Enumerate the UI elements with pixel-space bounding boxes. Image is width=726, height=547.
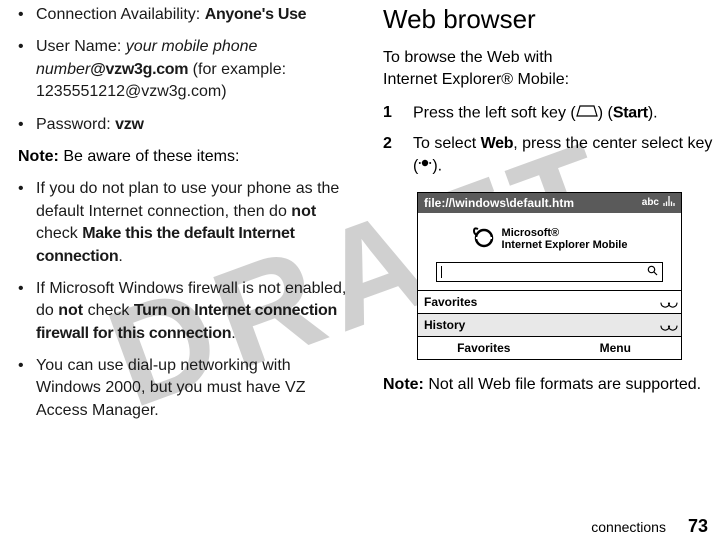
softkey-right[interactable]: Menu [550,337,682,359]
phone-title: file://\windows\default.htm [424,196,574,210]
phone-titlebar: file://\windows\default.htm abc [418,193,681,213]
phone-favorites-row[interactable]: Favorites ◡◡ [418,290,681,313]
section-heading: Web browser [383,4,716,35]
note-label: Note: [18,148,59,165]
bullet-dot: • [18,4,36,26]
phone-search-box[interactable] [436,262,663,282]
phone-softkeys: Favorites Menu [418,336,681,359]
softkey-icon [576,102,598,124]
note-label: Note: [383,376,424,393]
bullet-dialup: • You can use dial-up networking with Wi… [18,355,351,422]
phone-history-row[interactable]: History ◡◡ [418,313,681,336]
step-1: 1 Press the left soft key () (Start). [383,102,716,125]
bullet-prefix: User Name: [36,38,126,55]
left-column: • Connection Availability: Anyone's Use … [18,0,367,547]
page: • Connection Availability: Anyone's Use … [0,0,726,547]
bullet-dot: • [18,36,36,103]
step-number: 2 [383,133,413,178]
bullet-firewall: • If Microsoft Windows firewall is not e… [18,278,351,345]
bullet-bold-after: @vzw3g.com [90,61,188,78]
bullet-prefix: Password: [36,116,115,133]
intro-text: To browse the Web with Internet Explorer… [383,47,716,92]
bullet-value: vzw [115,116,143,133]
right-column: Web browser To browse the Web with Inter… [367,0,716,547]
phone-status-icons: abc [642,196,675,209]
search-icon [647,265,658,279]
bullet-dot: • [18,355,36,422]
bullet-prefix: Connection Availability: [36,6,205,23]
bullet-conn-avail: • Connection Availability: Anyone's Use [18,4,351,26]
note-line: Note: Be aware of these items: [18,146,351,168]
bullet-dot: • [18,278,36,345]
step-number: 1 [383,102,413,125]
ie-icon [472,225,496,254]
ie-branding: Microsoft® Internet Explorer Mobile [424,225,675,254]
bullet-password: • Password: vzw [18,114,351,136]
note-unsupported: Note: Not all Web file formats are suppo… [383,374,716,396]
signal-icon [663,196,675,209]
bullet-value: Anyone's Use [205,6,307,23]
bullet-dot: • [18,178,36,268]
chevron-down-icon: ◡◡ [660,318,675,332]
center-key-icon [418,155,432,177]
abc-indicator: abc [642,197,659,208]
softkey-left[interactable]: Favorites [418,337,550,359]
chevron-down-icon: ◡◡ [660,295,675,309]
bullet-default-conn: • If you do not plan to use your phone a… [18,178,351,268]
row-label: Favorites [424,295,477,309]
step-2: 2 To select Web, press the center select… [383,133,716,178]
bullet-dot: • [18,114,36,136]
row-label: History [424,318,465,332]
note-text: Be aware of these items: [59,148,240,165]
text-cursor [441,266,442,278]
note-text: Not all Web file formats are supported. [424,376,701,393]
ie-text: Microsoft® Internet Explorer Mobile [502,227,628,251]
phone-content: Microsoft® Internet Explorer Mobile [418,213,681,282]
bullet-username: • User Name: your mobile phone number@vz… [18,36,351,103]
phone-screenshot: file://\windows\default.htm abc Microsof… [417,192,682,360]
